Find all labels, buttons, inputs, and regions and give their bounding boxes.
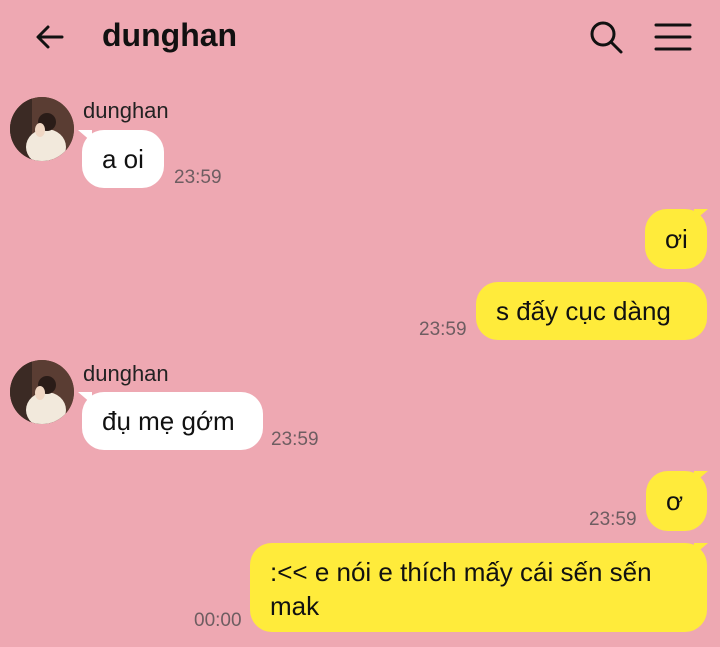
message-text: ơ	[666, 486, 684, 516]
sender-name: dunghan	[83, 98, 169, 123]
search-icon	[590, 21, 623, 54]
chat-title: dunghan	[102, 17, 238, 53]
message-bubble-outgoing[interactable]: ơi	[645, 209, 707, 269]
message-time: 23:59	[174, 167, 222, 188]
message-text: s đấy cục dàng	[496, 296, 671, 326]
search-button[interactable]	[586, 17, 626, 57]
message-bubble-outgoing[interactable]: ơ	[646, 471, 707, 531]
back-button[interactable]	[30, 18, 70, 58]
message-time: 23:59	[589, 509, 637, 530]
avatar-photo	[10, 360, 74, 424]
message-bubble-outgoing[interactable]: s đấy cục dàng	[476, 282, 707, 340]
message-text: ơi	[665, 224, 688, 254]
message-time: 00:00	[194, 610, 242, 631]
message-text: a oi	[102, 144, 144, 174]
avatar[interactable]	[10, 360, 74, 424]
avatar[interactable]	[10, 97, 74, 161]
message-bubble-incoming[interactable]: đụ mẹ gớm	[82, 392, 263, 450]
message-time: 23:59	[271, 429, 319, 450]
chat-header: dunghan	[0, 0, 720, 76]
message-text: đụ mẹ gớm	[102, 406, 235, 436]
message-bubble-incoming[interactable]: a oi	[82, 130, 164, 188]
arrow-left-icon	[36, 25, 64, 49]
message-text: :<< e nói e thích mấy cái sến sến mak	[270, 557, 652, 621]
menu-button[interactable]	[652, 17, 694, 57]
message-time: 23:59	[419, 319, 467, 340]
hamburger-menu-icon	[654, 23, 692, 51]
message-bubble-outgoing[interactable]: :<< e nói e thích mấy cái sến sến mak	[250, 543, 707, 632]
avatar-photo	[10, 97, 74, 161]
sender-name: dunghan	[83, 361, 169, 386]
